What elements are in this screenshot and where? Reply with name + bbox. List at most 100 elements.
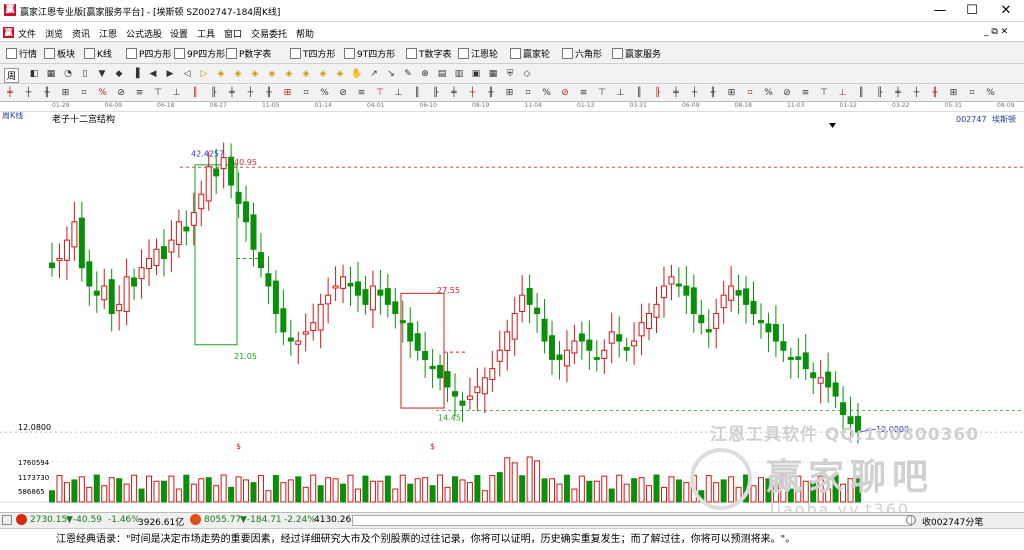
analysis-tool-icon[interactable]: ≡: [134, 87, 146, 99]
toolbar-winner-wheel-button[interactable]: 赢家轮: [510, 47, 550, 60]
analysis-tool-icon[interactable]: ┼: [245, 87, 257, 99]
drawing-tool-icon[interactable]: ▦: [487, 68, 499, 80]
analysis-tool-icon[interactable]: ┼: [911, 87, 923, 99]
analysis-tool-icon[interactable]: %: [319, 87, 331, 99]
drawing-tool-icon[interactable]: ◈: [232, 68, 244, 80]
menu-gann[interactable]: 江恩: [99, 27, 117, 40]
analysis-tool-icon[interactable]: ⊤: [818, 87, 830, 99]
analysis-tool-icon[interactable]: ⌗: [522, 87, 534, 99]
menu-tools[interactable]: 工具: [197, 27, 215, 40]
analysis-tool-icon[interactable]: ⊥: [615, 87, 627, 99]
period-select[interactable]: 周: [4, 68, 20, 83]
analysis-tool-icon[interactable]: ⊥: [393, 87, 405, 99]
analysis-tool-icon[interactable]: ╟: [652, 87, 664, 99]
analysis-tool-icon[interactable]: ⊥: [171, 87, 183, 99]
menu-window[interactable]: 窗口: [224, 27, 242, 40]
horizontal-scrollbar[interactable]: [352, 515, 912, 526]
drawing-tool-icon[interactable]: ▯: [79, 68, 91, 80]
drawing-tool-icon[interactable]: ▥: [453, 68, 465, 80]
menu-trade[interactable]: 交易委托: [251, 27, 287, 40]
analysis-tool-icon[interactable]: ⌗: [744, 87, 756, 99]
analysis-tool-icon[interactable]: ╫: [929, 87, 941, 99]
menu-settings[interactable]: 设置: [170, 27, 188, 40]
drawing-tool-icon[interactable]: ▼: [96, 68, 108, 80]
analysis-tool-icon[interactable]: ╪: [670, 87, 682, 99]
toolbar-p-square-button[interactable]: P四方形: [126, 47, 171, 60]
drawing-tool-icon[interactable]: ▶: [164, 68, 176, 80]
toolbar-candle-button[interactable]: K线: [84, 47, 112, 60]
drawing-tool-icon[interactable]: ▷: [198, 68, 210, 80]
drawing-tool-icon[interactable]: ✋: [351, 68, 363, 80]
drawing-tool-icon[interactable]: ◔: [62, 68, 74, 80]
analysis-tool-icon[interactable]: ║: [189, 87, 201, 99]
analysis-tool-icon[interactable]: ≡: [356, 87, 368, 99]
analysis-tool-icon[interactable]: ╪: [448, 87, 460, 99]
drawing-tool-icon[interactable]: ↗: [368, 68, 380, 80]
drawing-tool-icon[interactable]: ◈: [215, 68, 227, 80]
layout-icon[interactable]: [2, 515, 12, 525]
analysis-tool-icon[interactable]: ⊘: [559, 87, 571, 99]
analysis-tool-icon[interactable]: ⊤: [374, 87, 386, 99]
drawing-tool-icon[interactable]: ✎: [402, 68, 414, 80]
toolbar-gann-wheel-button[interactable]: 江恩轮: [458, 47, 498, 60]
analysis-tool-icon[interactable]: ┼: [467, 87, 479, 99]
drawing-tool-icon[interactable]: ◈: [249, 68, 261, 80]
analysis-tool-icon[interactable]: ⊤: [152, 87, 164, 99]
drawing-tool-icon[interactable]: ▐: [130, 68, 142, 80]
analysis-tool-icon[interactable]: ┼: [689, 87, 701, 99]
analysis-tool-icon[interactable]: ⊞: [948, 87, 960, 99]
analysis-tool-icon[interactable]: ║: [633, 87, 645, 99]
menu-formula[interactable]: 公式选股: [126, 27, 162, 40]
toolbar-9t-square-button[interactable]: 9T四方形: [344, 47, 395, 60]
analysis-tool-icon[interactable]: ⊞: [60, 87, 72, 99]
minimize-button[interactable]: —: [924, 0, 956, 22]
analysis-tool-icon[interactable]: ╟: [430, 87, 442, 99]
drawing-tool-icon[interactable]: ⛨: [504, 68, 516, 80]
analysis-tool-icon[interactable]: ⊞: [504, 87, 516, 99]
toolbar-t-table-button[interactable]: T数字表: [406, 47, 452, 60]
menu-info[interactable]: 资讯: [72, 27, 90, 40]
kline-chart[interactable]: 周K线 老子十二宫结构 002747 埃斯顿40.9514.4512.080021.0…: [0, 112, 1024, 512]
drawing-tool-icon[interactable]: ◈: [300, 68, 312, 80]
analysis-tool-icon[interactable]: %: [985, 87, 997, 99]
menu-file[interactable]: 文件: [18, 27, 36, 40]
menu-browse[interactable]: 浏览: [45, 27, 63, 40]
analysis-tool-icon[interactable]: ╪: [4, 87, 16, 99]
analysis-tool-icon[interactable]: ⊘: [115, 87, 127, 99]
analysis-tool-icon[interactable]: ╟: [208, 87, 220, 99]
toolbar-blocks-button[interactable]: 板块: [44, 47, 75, 60]
drawing-tool-icon[interactable]: ◈: [317, 68, 329, 80]
drawing-tool-icon[interactable]: ◈: [283, 68, 295, 80]
analysis-tool-icon[interactable]: ⊞: [726, 87, 738, 99]
close-button[interactable]: ✕: [990, 0, 1022, 22]
toolbar-hexagon-button[interactable]: 六角形: [562, 47, 602, 60]
drawing-tool-icon[interactable]: ↘: [385, 68, 397, 80]
toolbar-t-square-button[interactable]: T四方形: [290, 47, 336, 60]
analysis-tool-icon[interactable]: %: [97, 87, 109, 99]
drawing-tool-icon[interactable]: ⊕: [419, 68, 431, 80]
drawing-tool-icon[interactable]: ◁: [181, 68, 193, 80]
analysis-tool-icon[interactable]: %: [541, 87, 553, 99]
drawing-tool-icon[interactable]: ◧: [28, 68, 40, 80]
analysis-tool-icon[interactable]: ⌗: [966, 87, 978, 99]
analysis-tool-icon[interactable]: ⌗: [78, 87, 90, 99]
drawing-tool-icon[interactable]: ▤: [436, 68, 448, 80]
refresh-icon[interactable]: [906, 515, 916, 525]
analysis-tool-icon[interactable]: ⊞: [282, 87, 294, 99]
toolbar-service-button[interactable]: 赢家服务: [612, 47, 661, 60]
shenzhen-index-icon[interactable]: [190, 514, 201, 525]
analysis-tool-icon[interactable]: ╪: [892, 87, 904, 99]
shanghai-index-icon[interactable]: [16, 514, 27, 525]
analysis-tool-icon[interactable]: ╫: [41, 87, 53, 99]
analysis-tool-icon[interactable]: ║: [411, 87, 423, 99]
analysis-tool-icon[interactable]: ╫: [707, 87, 719, 99]
analysis-tool-icon[interactable]: ⊘: [337, 87, 349, 99]
mdi-window-buttons[interactable]: _ ⧉ ✕: [984, 27, 1008, 37]
analysis-tool-icon[interactable]: ⊘: [781, 87, 793, 99]
drawing-tool-icon[interactable]: ◈: [334, 68, 346, 80]
analysis-tool-icon[interactable]: ⊤: [596, 87, 608, 99]
analysis-tool-icon[interactable]: ≡: [800, 87, 812, 99]
drawing-tool-icon[interactable]: ◈: [266, 68, 278, 80]
toolbar-grid-button[interactable]: 行情: [6, 47, 37, 60]
analysis-tool-icon[interactable]: ║: [855, 87, 867, 99]
